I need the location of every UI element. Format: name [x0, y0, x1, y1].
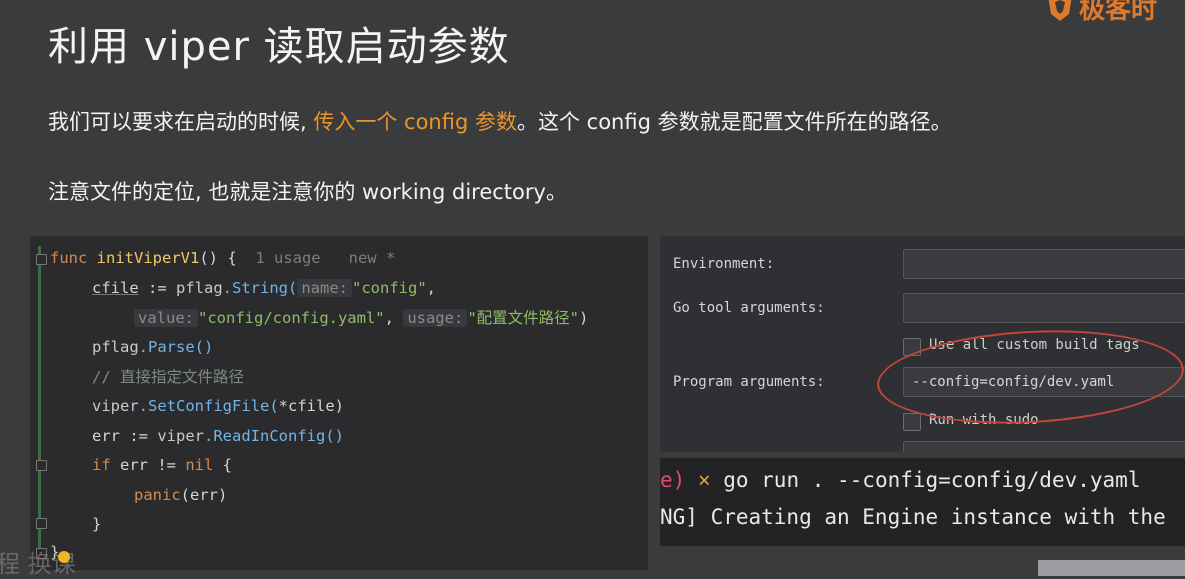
logo-text: 极客时: [1079, 0, 1158, 24]
function-name: initViperV1: [96, 249, 200, 267]
code-text: {: [213, 456, 232, 474]
code-text: ): [578, 309, 589, 327]
code-text: err :=: [92, 427, 158, 445]
code-text: *cfile): [278, 397, 344, 415]
usage-hint[interactable]: 1 usage new *: [237, 249, 395, 267]
mouse-pointer-icon: [58, 551, 70, 563]
code-comment: // 直接指定文件路径: [92, 368, 244, 386]
method-call: .SetConfigFile(: [138, 397, 279, 415]
fold-icon[interactable]: [36, 254, 47, 265]
code-editor[interactable]: func initViperV1() { 1 usage new * cfile…: [30, 236, 648, 570]
fold-icon[interactable]: [36, 518, 47, 529]
code-text: :=: [138, 279, 176, 297]
para1-highlight: 传入一个 config 参数: [313, 110, 517, 134]
method-call: .ReadInConfig(): [204, 427, 344, 445]
slide-paragraph-1: 我们可以要求在启动的时候, 传入一个 config 参数。这个 config 参…: [48, 106, 952, 136]
param-hint: usage:: [403, 309, 468, 327]
package-name: pflag: [92, 338, 139, 356]
prompt-branch: e): [660, 468, 686, 492]
code-text: (err): [180, 486, 228, 504]
package-name: pflag: [176, 279, 223, 297]
brand-logo: 极客时: [1045, 0, 1185, 24]
environment-input[interactable]: [903, 249, 1185, 279]
environment-label: Environment:: [673, 256, 775, 272]
keyword: func: [50, 249, 97, 267]
para1-text-after: 。这个 config 参数就是配置文件所在的路径。: [516, 110, 952, 134]
code-line-4[interactable]: pflag.Parse(): [92, 337, 213, 357]
slide-paragraph-2: 注意文件的定位, 也就是注意你的 working directory。: [48, 180, 567, 204]
code-line-5[interactable]: // 直接指定文件路径: [92, 367, 244, 387]
code-line-6[interactable]: viper.SetConfigFile(*cfile): [92, 396, 344, 416]
terminal-command: go run . --config=config/dev.yaml: [723, 468, 1141, 492]
code-line-1[interactable]: func initViperV1() { 1 usage new *: [50, 248, 395, 268]
variable: cfile: [92, 279, 139, 297]
program-arguments-label: Program arguments:: [673, 374, 825, 390]
builtin-function: panic: [134, 486, 181, 504]
keyword: nil: [185, 456, 214, 474]
param-hint: name:: [297, 279, 352, 297]
string-literal: "config": [352, 279, 427, 297]
terminal-panel[interactable]: e) × go run . --config=config/dev.yaml N…: [660, 458, 1185, 546]
next-field-input[interactable]: [903, 441, 1185, 452]
package-name: viper: [157, 427, 204, 445]
param-hint: value:: [134, 309, 198, 327]
annotation-circle: [874, 323, 1185, 431]
terminal-line-2: NG] Creating an Engine instance with the: [660, 505, 1166, 529]
method-call: .String(: [222, 279, 298, 297]
code-line-10[interactable]: }: [92, 514, 101, 534]
code-line-8[interactable]: if err != nil {: [92, 455, 232, 475]
run-with-sudo-checkbox[interactable]: [903, 413, 921, 431]
logo-icon: [1048, 0, 1072, 21]
code-line-2[interactable]: cfile := pflag.String(name: "config",: [92, 278, 436, 298]
code-line-3[interactable]: value: "config/config.yaml", usage: "配置文件路…: [134, 308, 588, 328]
code-text: ,: [384, 309, 404, 327]
run-configuration-panel: Environment: Go tool arguments: Use all …: [660, 236, 1185, 452]
string-literal: "配置文件路径": [467, 309, 579, 327]
presenter-video-thumbnail: [1038, 560, 1185, 576]
code-line-7[interactable]: err := viper.ReadInConfig(): [92, 426, 344, 446]
go-tool-arguments-input[interactable]: [903, 293, 1185, 323]
para1-text-before: 我们可以要求在启动的时候,: [48, 110, 314, 134]
method-call: .Parse(): [138, 338, 214, 356]
vcs-change-marker: [38, 246, 41, 556]
code-line-9[interactable]: panic(err): [134, 485, 227, 505]
terminal-line-1: e) × go run . --config=config/dev.yaml: [660, 468, 1140, 492]
slide-title: 利用 viper 读取启动参数: [48, 24, 510, 70]
go-tool-arguments-label: Go tool arguments:: [673, 300, 825, 316]
code-text: () {: [199, 249, 237, 267]
code-text: err !=: [120, 456, 186, 474]
prompt-status-icon: ×: [685, 468, 724, 492]
code-text: ,: [426, 279, 436, 297]
package-name: viper: [92, 397, 139, 415]
keyword: if: [92, 456, 120, 474]
fold-icon[interactable]: [36, 460, 47, 471]
string-literal: "config/config.yaml": [198, 309, 385, 327]
